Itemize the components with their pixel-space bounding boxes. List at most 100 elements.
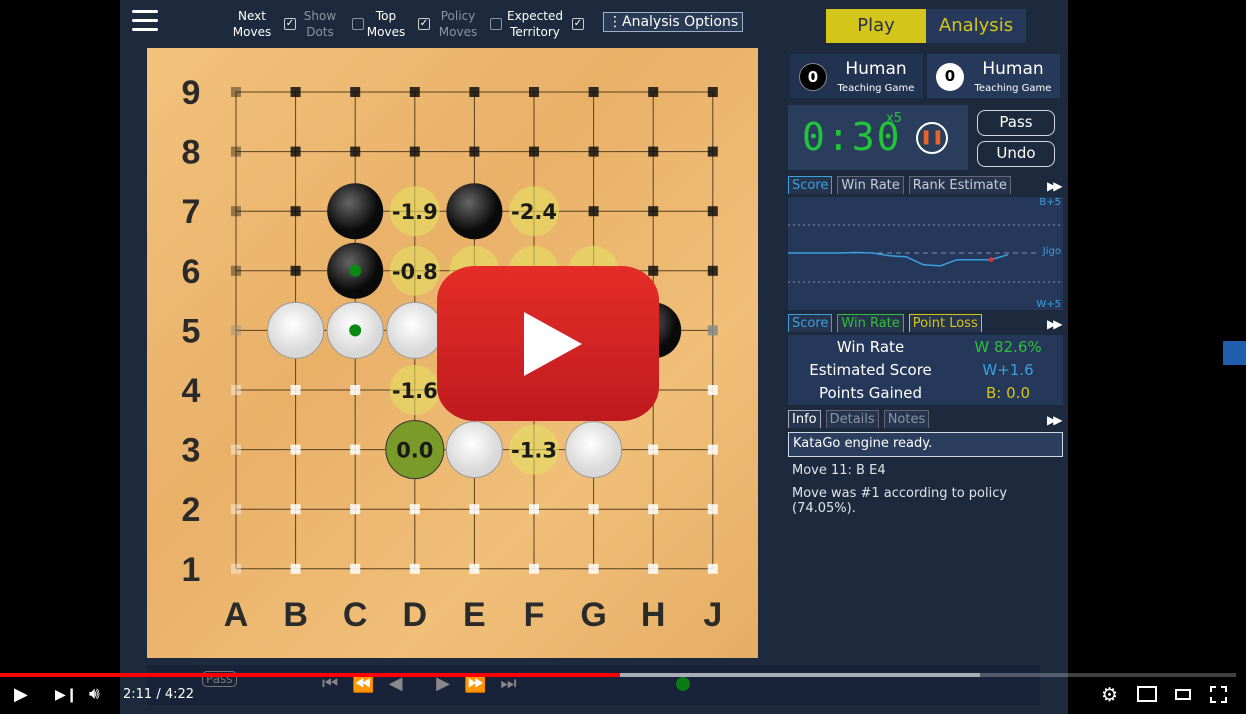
- tab-notes[interactable]: Notes: [883, 410, 930, 428]
- tab-score[interactable]: Score: [788, 176, 833, 194]
- stat-value: B: 0.0: [986, 383, 1030, 402]
- analysis-mode-button[interactable]: Analysis: [926, 9, 1026, 43]
- fast-forward-icon[interactable]: ▶▶: [1047, 413, 1063, 427]
- play-mode-button[interactable]: Play: [826, 9, 926, 43]
- engine-status-dot-icon: [676, 677, 690, 691]
- territory-marker: [409, 87, 420, 97]
- option-next-moves[interactable]: Next Moves ✓: [226, 8, 296, 40]
- pass-button[interactable]: Pass: [977, 110, 1055, 136]
- hamburger-menu-icon[interactable]: [132, 10, 158, 36]
- territory-marker: [588, 87, 599, 97]
- territory-marker: [231, 206, 241, 217]
- move-info: Move 11: B E4: [792, 463, 886, 478]
- territory-marker: [350, 87, 361, 97]
- game-timer: 0:30 x5 ❚❚: [788, 105, 968, 170]
- fast-forward-icon[interactable]: ▶▶: [1047, 317, 1063, 331]
- score-graph-svg: [788, 224, 1063, 283]
- player-type: Teaching Game: [837, 83, 915, 94]
- fast-forward-icon[interactable]: ▶▶: [1047, 179, 1063, 193]
- played-bar: [0, 673, 620, 677]
- option-top-moves[interactable]: Top Moves ✓: [360, 8, 430, 40]
- territory-marker: [707, 87, 718, 97]
- territory-marker: [231, 265, 241, 276]
- last-move-dot: [349, 264, 362, 277]
- territory-marker: [290, 504, 301, 515]
- option-label: Next Moves: [232, 9, 272, 39]
- black-stone: [327, 183, 384, 240]
- player-name: Human: [982, 59, 1044, 79]
- next-icon[interactable]: ▶❙: [55, 687, 78, 709]
- tab-details[interactable]: Details: [825, 410, 879, 428]
- player-name: Human: [845, 59, 907, 79]
- tab-win-rate[interactable]: Win Rate: [837, 176, 904, 194]
- fullscreen-icon[interactable]: [1210, 686, 1227, 703]
- hint-label: -1.6: [392, 379, 438, 403]
- black-stone: [446, 183, 503, 240]
- stat-value: W 82.6%: [974, 337, 1042, 356]
- territory-marker: [707, 504, 718, 515]
- checkbox-unchecked[interactable]: [490, 18, 502, 30]
- column-label: G: [580, 596, 606, 634]
- territory-marker: [588, 563, 599, 574]
- option-policy-moves[interactable]: Policy Moves: [432, 8, 502, 40]
- tab-win-rate[interactable]: Win Rate: [837, 314, 904, 332]
- option-show-dots[interactable]: Show Dots: [294, 8, 364, 40]
- tab-score[interactable]: Score: [788, 314, 833, 332]
- pause-icon[interactable]: ❚❚: [916, 122, 948, 154]
- territory-marker: [231, 385, 241, 395]
- territory-marker: [707, 265, 718, 276]
- white-stone: [565, 421, 623, 479]
- option-label: Expected Territory: [507, 9, 563, 39]
- tab-rank-estimate[interactable]: Rank Estimate: [908, 176, 1011, 194]
- score-graph: B+5 Jigo W+5: [788, 197, 1063, 310]
- checkbox-checked[interactable]: ✓: [572, 18, 584, 30]
- settings-gear-icon[interactable]: ⚙: [1101, 684, 1118, 706]
- territory-marker: [290, 87, 301, 97]
- video-time: 2:11 / 4:22: [123, 687, 195, 702]
- row-label: 7: [182, 193, 201, 231]
- territory-marker: [350, 504, 361, 515]
- row-label: 9: [182, 74, 201, 112]
- stat-label: Estimated Score: [809, 360, 932, 379]
- territory-marker: [588, 146, 599, 157]
- video-progress-bar[interactable]: [0, 673, 1236, 677]
- territory-marker: [350, 146, 361, 157]
- territory-marker: [529, 87, 539, 97]
- territory-marker: [588, 206, 599, 217]
- tab-info[interactable]: Info: [788, 410, 821, 428]
- territory-marker: [648, 444, 659, 455]
- territory-marker: [290, 385, 301, 395]
- analysis-options-button[interactable]: ⋮Analysis Options: [603, 12, 744, 32]
- black-captures: 0: [799, 63, 827, 91]
- white-stone: [267, 301, 325, 359]
- graph-top-label: B+5: [1039, 197, 1061, 208]
- volume-icon[interactable]: 🔊︎: [89, 684, 100, 706]
- play-icon[interactable]: ▶: [14, 684, 28, 706]
- graph-mid-label: Jigo: [1042, 246, 1061, 257]
- option-expected-territory[interactable]: Expected Territory ✓: [504, 8, 584, 40]
- column-label: E: [463, 596, 486, 634]
- side-panel-icon[interactable]: [1223, 341, 1246, 365]
- hint-label: 0.0: [396, 439, 433, 463]
- youtube-play-button[interactable]: [437, 266, 659, 421]
- tab-point-loss[interactable]: Point Loss: [908, 314, 982, 332]
- hint-label: -1.9: [392, 200, 438, 224]
- stat-value: W+1.6: [982, 360, 1034, 379]
- territory-marker: [231, 146, 241, 157]
- territory-marker: [707, 385, 718, 395]
- territory-marker: [707, 444, 718, 455]
- column-label: C: [343, 596, 368, 634]
- theater-mode-icon[interactable]: [1175, 689, 1191, 700]
- row-label: 2: [182, 491, 201, 529]
- checkbox-checked[interactable]: ✓: [418, 18, 430, 30]
- white-stone: [386, 301, 444, 359]
- option-label: Top Moves: [366, 9, 406, 39]
- undo-button[interactable]: Undo: [977, 141, 1055, 167]
- hint-label: -1.3: [511, 439, 557, 463]
- miniplayer-icon[interactable]: [1137, 686, 1157, 702]
- graph-tabs: Score Win Rate Rank Estimate: [788, 176, 1011, 194]
- player-type: Teaching Game: [974, 83, 1052, 94]
- territory-marker: [648, 504, 659, 515]
- territory-marker: [648, 87, 659, 97]
- territory-marker: [529, 504, 539, 515]
